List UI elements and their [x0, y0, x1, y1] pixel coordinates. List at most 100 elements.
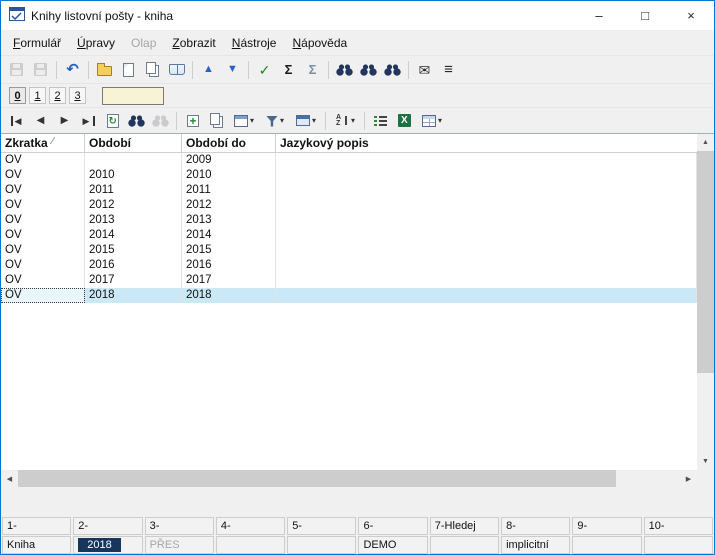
open-button[interactable]	[93, 59, 116, 81]
record-actions-button[interactable]: ▾	[229, 110, 259, 132]
table-cell[interactable]: 2013	[85, 213, 182, 228]
column-header-1[interactable]: Zkratka ∕	[1, 134, 85, 152]
table-cell[interactable]: 2011	[182, 183, 276, 198]
excel-export-button[interactable]	[393, 110, 416, 132]
refresh-button[interactable]	[101, 110, 124, 132]
table-row[interactable]: OV 2012 2012	[1, 198, 697, 213]
table-cell[interactable]: 2012	[85, 198, 182, 213]
sum-filtered-button[interactable]: Σ	[301, 59, 324, 81]
table-cell[interactable]: 2018	[182, 288, 276, 303]
table-row[interactable]: OV 2017 2017	[1, 273, 697, 288]
table-cell[interactable]: OV	[1, 183, 85, 198]
table-cell[interactable]: 2015	[85, 243, 182, 258]
confirm-button[interactable]: ✓	[253, 59, 276, 81]
table-cell[interactable]: OV	[1, 258, 85, 273]
table-cell[interactable]	[276, 198, 697, 213]
menu-item-nastroje[interactable]: Nástroje	[224, 32, 285, 54]
table-cell[interactable]: 2017	[85, 273, 182, 288]
menu-item-zobrazit[interactable]: Zobrazit	[164, 32, 223, 54]
copy-button[interactable]	[141, 59, 164, 81]
move-up-button[interactable]: ▲	[197, 59, 220, 81]
first-record-button[interactable]	[5, 110, 28, 132]
table-cell[interactable]: OV	[1, 168, 85, 183]
book-button[interactable]	[165, 59, 188, 81]
status-hotkey-2[interactable]: 2-	[73, 517, 143, 535]
table-cell[interactable]: 2015	[182, 243, 276, 258]
sum-button[interactable]: Σ	[277, 59, 300, 81]
status-hotkey-3[interactable]: 3-	[144, 517, 214, 535]
status-hotkey-10[interactable]: 10-	[643, 517, 713, 535]
table-row[interactable]: OV 2009	[1, 153, 697, 168]
scroll-up-icon[interactable]: ▲	[697, 134, 714, 151]
menu-item-formular[interactable]: Formulář	[5, 32, 69, 54]
status-hotkey-9[interactable]: 9-	[572, 517, 642, 535]
scroll-left-icon[interactable]: ◀	[1, 470, 18, 487]
table-row[interactable]: OV 2011 2011	[1, 183, 697, 198]
table-cell[interactable]: 2013	[182, 213, 276, 228]
table-cell[interactable]	[276, 273, 697, 288]
menu-item-napoveda[interactable]: Nápověda	[284, 32, 355, 54]
table-cell[interactable]: OV	[1, 273, 85, 288]
tab-3[interactable]: 3	[69, 87, 86, 104]
table-cell[interactable]	[85, 153, 182, 168]
view-options-button[interactable]: ▾	[291, 110, 321, 132]
table-cell[interactable]: 2010	[85, 168, 182, 183]
value-list-button[interactable]	[369, 110, 392, 132]
table-cell[interactable]: OV	[1, 243, 85, 258]
last-record-button[interactable]	[77, 110, 100, 132]
insert-record-button[interactable]	[181, 110, 204, 132]
mail-button[interactable]: ✉	[413, 59, 436, 81]
copy-record-button[interactable]	[205, 110, 228, 132]
table-cell[interactable]: 2014	[85, 228, 182, 243]
columns-button[interactable]: ▾	[417, 110, 447, 132]
table-row[interactable]: OV 2013 2013	[1, 213, 697, 228]
table-cell[interactable]: 2018	[85, 288, 182, 303]
table-row[interactable]: OV 2016 2016	[1, 258, 697, 273]
horizontal-scroll-thumb[interactable]	[18, 470, 616, 487]
vertical-scrollbar[interactable]: ▲ ▼	[697, 134, 714, 470]
table-cell[interactable]: 2011	[85, 183, 182, 198]
status-hotkey-5[interactable]: 5-	[287, 517, 357, 535]
table-cell[interactable]: 2010	[182, 168, 276, 183]
table-row[interactable]: OV 2018 2018	[1, 288, 697, 303]
sort-button[interactable]: ▾	[330, 110, 360, 132]
new-record-button[interactable]	[117, 59, 140, 81]
table-cell[interactable]	[276, 168, 697, 183]
table-cell[interactable]: OV	[1, 288, 85, 303]
table-row[interactable]: OV 2014 2014	[1, 228, 697, 243]
table-cell[interactable]	[276, 228, 697, 243]
vertical-scroll-track[interactable]	[697, 373, 714, 453]
table-cell[interactable]	[276, 243, 697, 258]
scroll-right-icon[interactable]: ▶	[680, 470, 697, 487]
next-record-button[interactable]: ▶	[53, 110, 76, 132]
table-cell[interactable]: OV	[1, 153, 85, 168]
table-cell[interactable]	[276, 153, 697, 168]
quick-search-input[interactable]	[102, 86, 164, 105]
move-down-button[interactable]: ▼	[221, 59, 244, 81]
menu-item-upravy[interactable]: Úpravy	[69, 32, 123, 54]
search-button[interactable]	[125, 110, 148, 132]
column-header-2[interactable]: Období	[85, 134, 182, 152]
close-button[interactable]: ×	[668, 1, 714, 30]
table-cell[interactable]: 2017	[182, 273, 276, 288]
title-bar[interactable]: Knihy listovní pošty - kniha – □ ×	[1, 1, 714, 30]
table-cell[interactable]	[276, 258, 697, 273]
status-hotkey-1[interactable]: 1-	[2, 517, 72, 535]
table-cell[interactable]: OV	[1, 198, 85, 213]
tab-1[interactable]: 1	[29, 87, 46, 104]
table-cell[interactable]	[276, 213, 697, 228]
list-menu-button[interactable]: ≡	[437, 59, 460, 81]
maximize-button[interactable]: □	[622, 1, 668, 30]
table-cell[interactable]: 2016	[85, 258, 182, 273]
prev-record-button[interactable]: ◀	[29, 110, 52, 132]
table-cell[interactable]: 2014	[182, 228, 276, 243]
tab-2[interactable]: 2	[49, 87, 66, 104]
column-header-4[interactable]: Jazykový popis	[276, 134, 697, 152]
table-cell[interactable]	[276, 183, 697, 198]
find-next-button[interactable]	[381, 59, 404, 81]
undo-button[interactable]: ↶	[61, 59, 84, 81]
table-cell[interactable]: OV	[1, 228, 85, 243]
status-hotkey-4[interactable]: 4-	[215, 517, 286, 535]
table-cell[interactable]	[276, 288, 697, 303]
filter-button[interactable]: ▾	[260, 110, 290, 132]
